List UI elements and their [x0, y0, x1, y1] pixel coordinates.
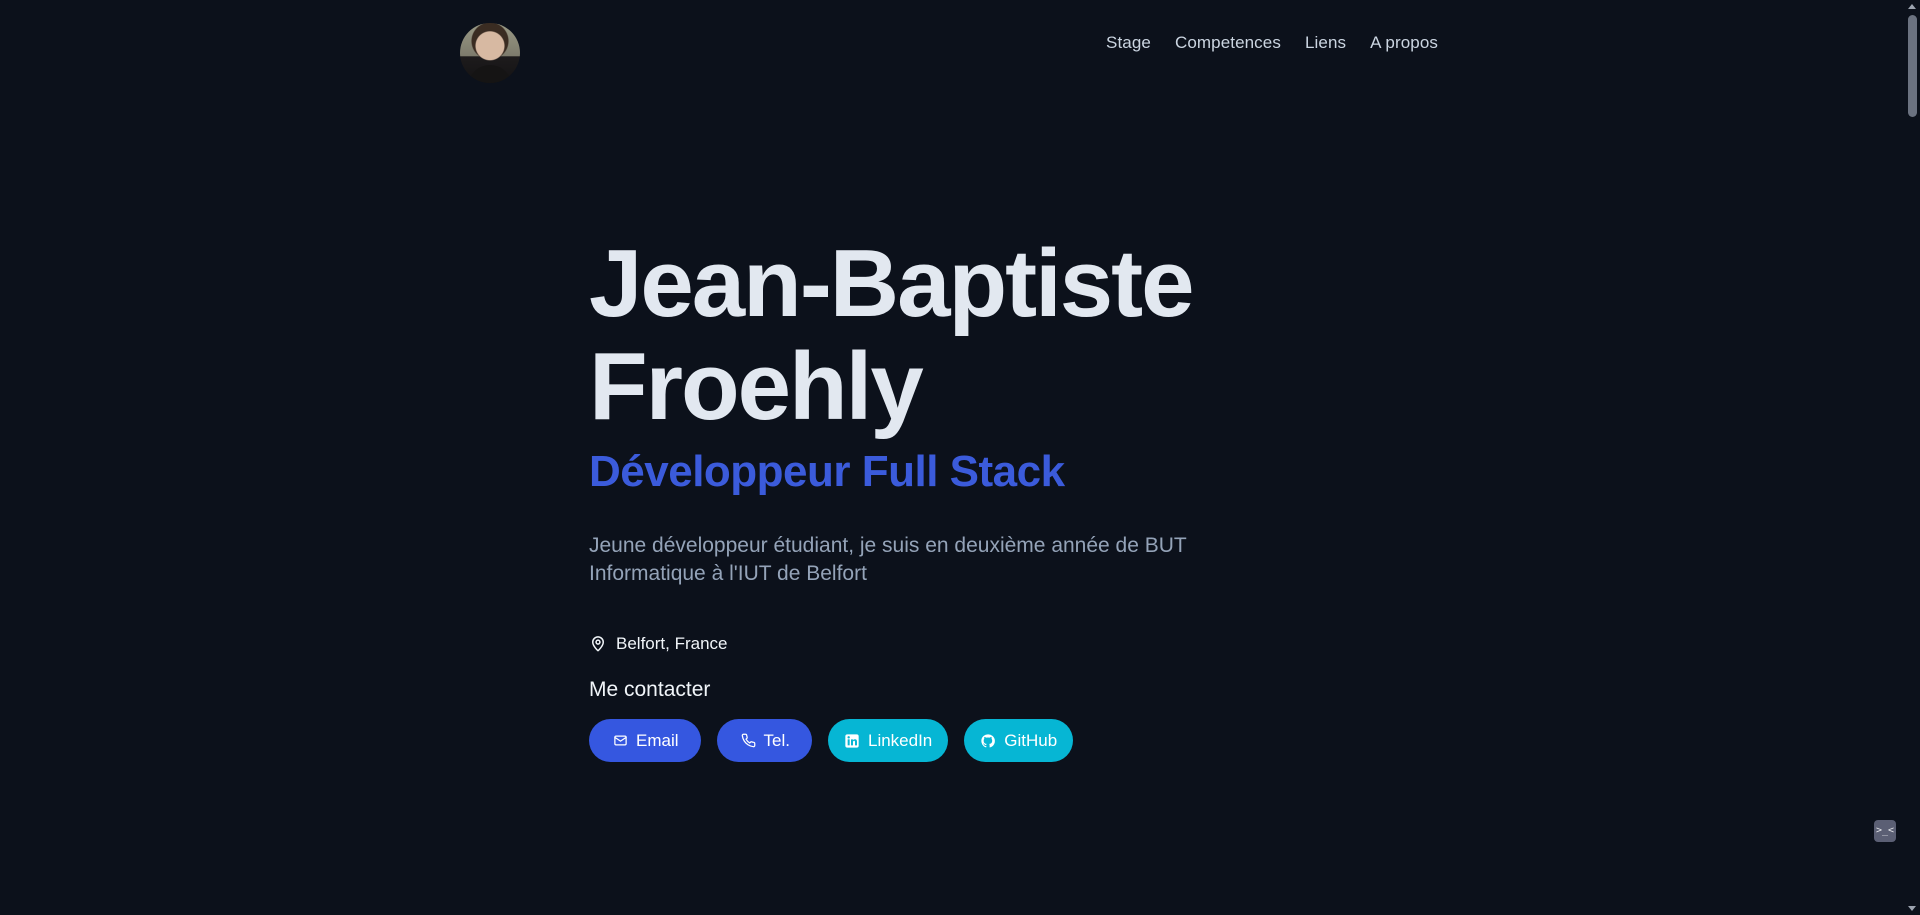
floating-widget-icon[interactable]: >_<	[1874, 820, 1896, 842]
location: Belfort, France	[589, 634, 1349, 654]
portfolio-page: Stage Competences Liens A propos Jean-Ba…	[0, 0, 1920, 915]
job-title: Développeur Full Stack	[589, 447, 1065, 496]
bio-text: Jeune développeur étudiant, je suis en d…	[589, 532, 1229, 588]
site-header: Stage Competences Liens A propos	[460, 23, 1438, 83]
email-button[interactable]: Email	[589, 719, 701, 762]
name-first: Jean-Baptiste	[589, 230, 1195, 337]
avatar-shoulders	[468, 65, 512, 83]
github-button-label: GitHub	[1004, 730, 1058, 750]
nav-item-a-propos[interactable]: A propos	[1370, 31, 1438, 55]
contact-buttons: Email Tel. LinkedIn GitHub	[589, 719, 1349, 762]
bio-line-1: Jeune développeur étudiant, je suis en d…	[589, 534, 1187, 557]
scroll-down-icon[interactable]	[1908, 906, 1916, 911]
nav-item-liens[interactable]: Liens	[1305, 31, 1346, 55]
linkedin-button-label: LinkedIn	[867, 730, 933, 750]
main-nav: Stage Competences Liens A propos	[1106, 31, 1438, 55]
map-pin-icon	[589, 635, 607, 653]
location-text: Belfort, France	[616, 634, 728, 653]
phone-button[interactable]: Tel.	[716, 719, 812, 762]
scrollbar-thumb[interactable]	[1908, 15, 1917, 117]
contact-heading: Me contacter	[589, 678, 711, 701]
hero-section: Jean-Baptiste Froehly Développeur Full S…	[589, 232, 1349, 762]
mail-icon	[613, 733, 628, 748]
linkedin-button[interactable]: LinkedIn	[827, 719, 949, 762]
avatar[interactable]	[460, 23, 520, 83]
nav-item-competences[interactable]: Competences	[1175, 31, 1281, 55]
vertical-scrollbar[interactable]	[1905, 0, 1920, 915]
github-button[interactable]: GitHub	[964, 719, 1074, 762]
github-icon	[980, 733, 996, 749]
page-title: Jean-Baptiste Froehly	[589, 232, 1349, 438]
linkedin-icon	[844, 733, 860, 749]
nav-item-stage[interactable]: Stage	[1106, 31, 1151, 55]
name-last: Froehly	[589, 333, 924, 440]
bio-line-2: Informatique à l'IUT de Belfort	[589, 562, 867, 585]
phone-icon	[741, 733, 756, 748]
scroll-up-icon[interactable]	[1908, 4, 1916, 9]
email-button-label: Email	[636, 730, 679, 750]
phone-button-label: Tel.	[763, 730, 790, 750]
